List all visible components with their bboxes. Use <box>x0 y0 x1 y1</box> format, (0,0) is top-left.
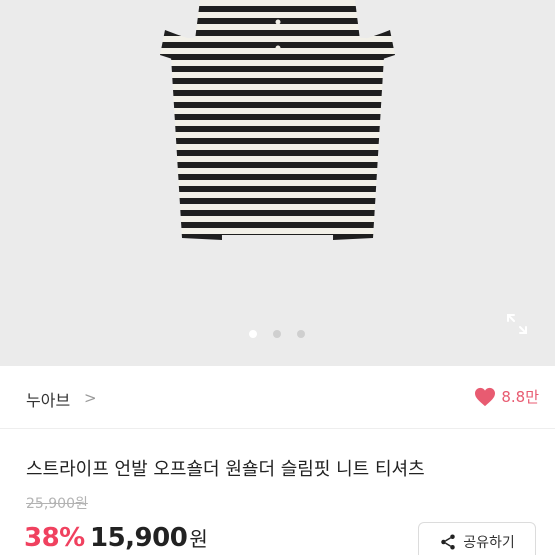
product-title: 스트라이프 언발 오프숄더 원숄더 슬림핏 니트 티셔츠 <box>26 459 425 480</box>
product-image-gallery[interactable] <box>0 0 555 366</box>
product-image <box>160 0 395 240</box>
chevron-right-icon: > <box>84 389 97 407</box>
shop-name[interactable]: 누아브 <box>26 387 70 411</box>
gallery-dot-3[interactable] <box>297 330 305 338</box>
share-label: 공유하기 <box>463 535 515 551</box>
heart-icon <box>475 387 496 406</box>
original-price: 25,900원 <box>26 496 88 512</box>
gallery-pagination <box>0 328 555 340</box>
divider <box>0 428 555 429</box>
share-icon <box>441 534 455 550</box>
like-button[interactable]: 8.8만 <box>474 386 539 407</box>
sale-price: 15,900 원 <box>90 523 208 553</box>
sale-price-value: 15,900 <box>90 523 188 553</box>
gallery-dot-1[interactable] <box>249 330 257 338</box>
gallery-dot-2[interactable] <box>273 330 281 338</box>
currency-unit: 원 <box>189 527 208 551</box>
shop-row[interactable]: 누아브 > 8.8만 <box>0 366 555 428</box>
discount-rate: 38% <box>24 523 85 553</box>
share-button[interactable]: 공유하기 <box>418 522 536 555</box>
like-count: 8.8만 <box>501 388 539 406</box>
expand-icon[interactable] <box>505 312 529 336</box>
